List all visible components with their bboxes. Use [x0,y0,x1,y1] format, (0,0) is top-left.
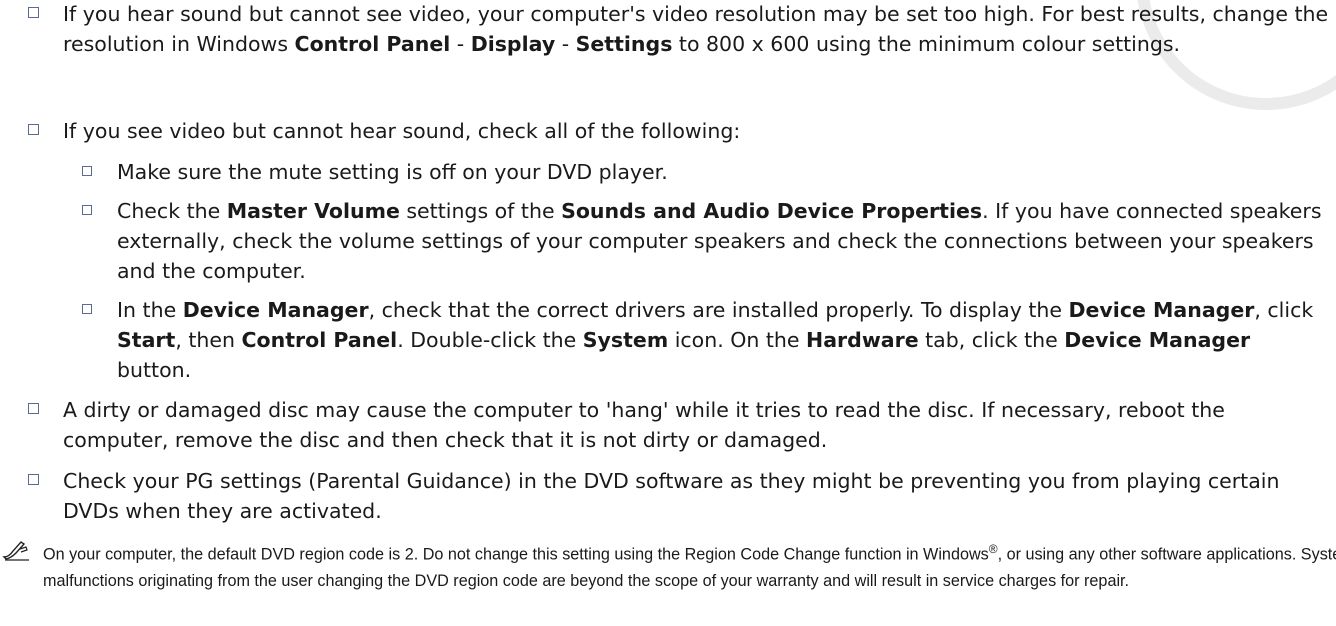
list-item: If you see video but cannot hear sound, … [22,116,1336,146]
checkbox-square-icon [82,205,92,215]
list-item: Check the Master Volume settings of the … [22,196,1323,286]
checkbox-square-icon [28,474,39,485]
list-item: Check your PG settings (Parental Guidanc… [22,466,1323,526]
checkbox-square-icon [28,7,39,18]
list-item: Make sure the mute setting is off on you… [22,157,1336,187]
checkbox-square-icon [82,304,92,314]
checkbox-square-icon [28,124,39,135]
checkbox-square-icon [28,403,39,414]
list-item: If you hear sound but cannot see video, … [22,0,1336,59]
writing-hand-icon [2,541,29,561]
checkbox-square-icon [82,166,92,176]
list-item: In the Device Manager, check that the co… [22,295,1323,385]
note-paragraph: On your computer, the default DVD region… [2,536,1336,595]
list-item: A dirty or damaged disc may cause the co… [22,395,1323,455]
